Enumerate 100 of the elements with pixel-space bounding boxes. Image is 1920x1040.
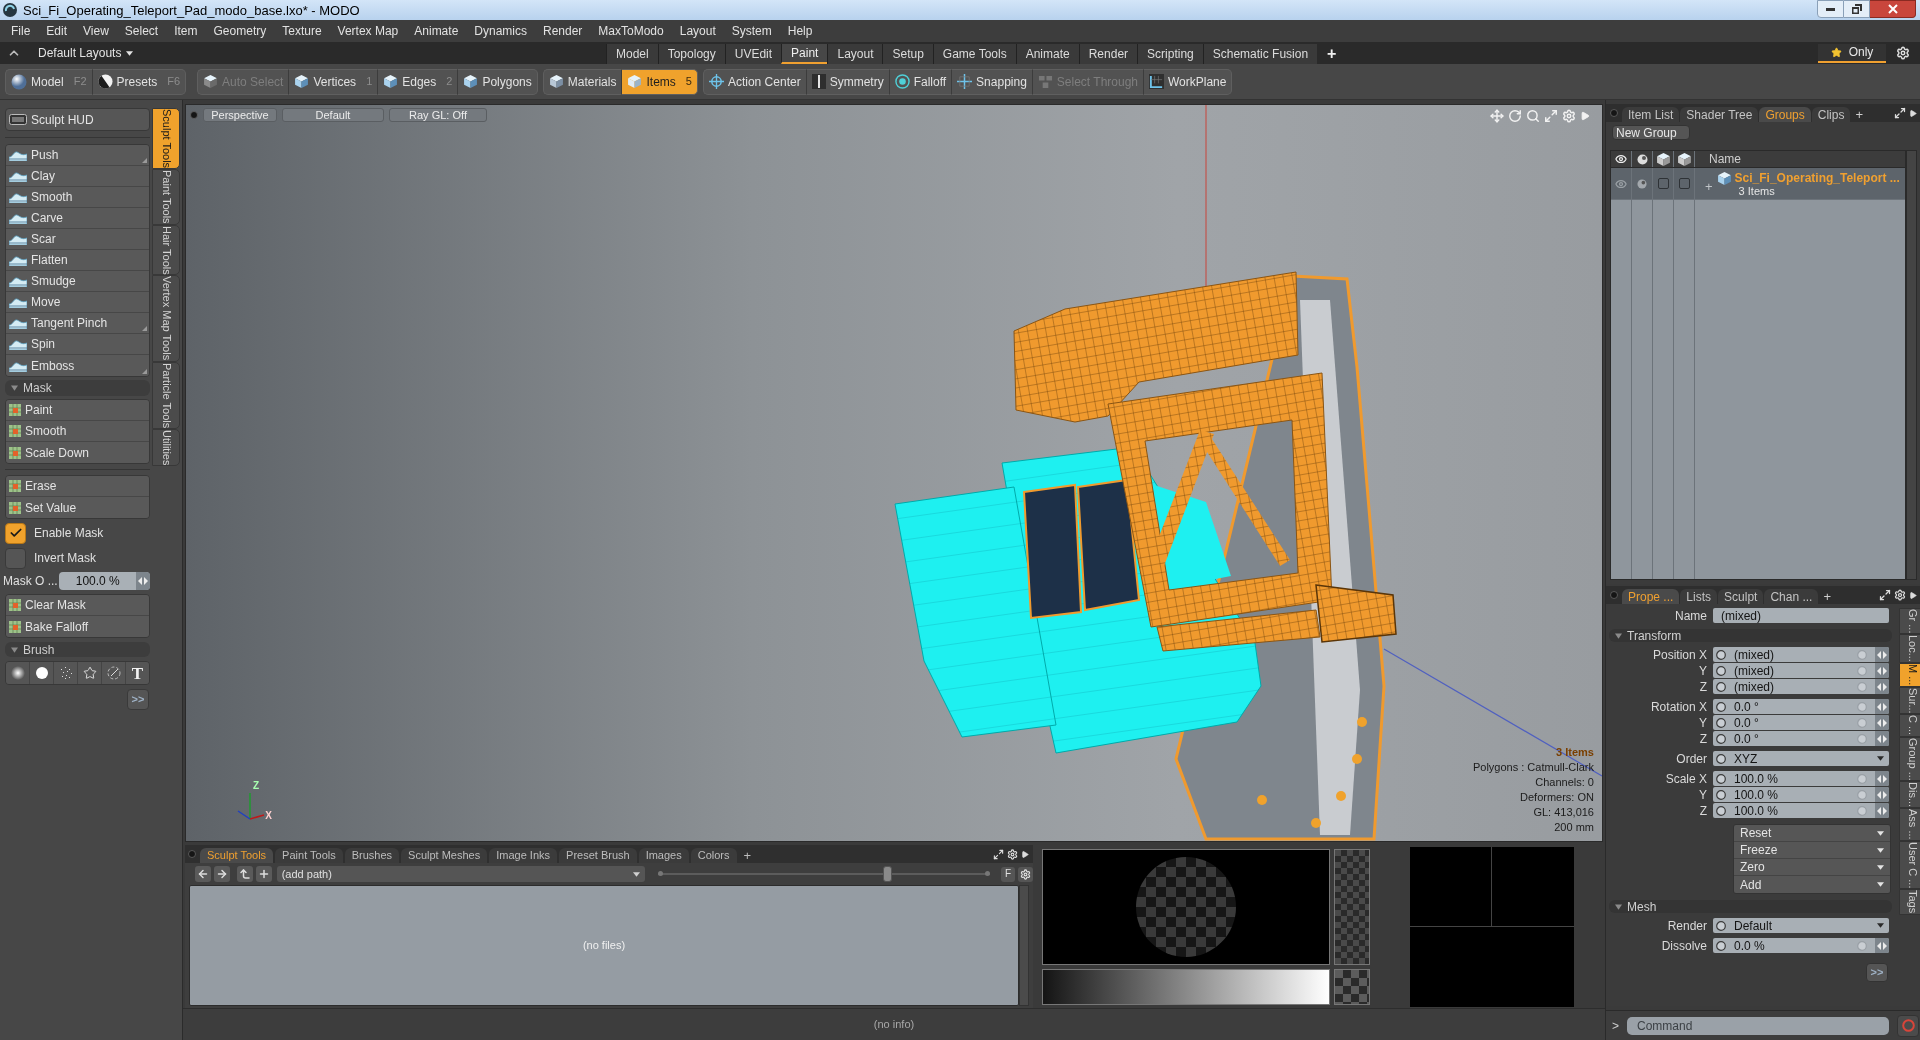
brush-shape-button[interactable] xyxy=(78,662,102,684)
browser-tab[interactable]: Colors xyxy=(690,848,737,863)
vertical-tab[interactable]: Utilities xyxy=(152,428,180,467)
menu-item[interactable]: Render xyxy=(535,25,591,37)
settings-icon[interactable] xyxy=(1896,46,1910,60)
panel-tab[interactable]: Lists xyxy=(1680,589,1718,604)
number-field[interactable]: 0.0 ° xyxy=(1713,699,1889,714)
vertical-tab[interactable]: M ... xyxy=(1899,663,1920,687)
layout-tab[interactable]: Schematic Fusion xyxy=(1202,44,1318,64)
maximize-icon[interactable] xyxy=(993,848,1004,860)
number-field[interactable]: 0.0 ° xyxy=(1713,715,1889,730)
layouts-dropdown[interactable]: Default Layouts xyxy=(38,47,134,59)
add-tab-button[interactable]: + xyxy=(738,848,757,863)
panel-tab[interactable]: Item List xyxy=(1622,107,1680,122)
close-button[interactable] xyxy=(1870,0,1916,18)
play-arrow-icon[interactable] xyxy=(1909,590,1917,600)
settings-icon[interactable] xyxy=(1007,848,1018,860)
vertical-tab[interactable]: Gr ... xyxy=(1899,608,1920,635)
section-header[interactable]: Mesh xyxy=(1609,900,1892,913)
vertical-tab[interactable]: Ass ... xyxy=(1899,808,1920,842)
size-slider[interactable] xyxy=(657,866,991,882)
settings-button[interactable] xyxy=(1018,866,1033,882)
layout-tab[interactable]: Scripting xyxy=(1137,44,1203,64)
back-button[interactable] xyxy=(195,866,211,882)
action-dropdown[interactable]: Zero xyxy=(1734,859,1890,876)
number-field[interactable]: 0.0 ° xyxy=(1713,731,1889,746)
sculpt-tool-button[interactable]: Smudge xyxy=(6,271,149,292)
action-dropdown[interactable]: Freeze xyxy=(1734,842,1890,859)
menu-item[interactable]: System xyxy=(723,25,780,37)
slider-thumb[interactable] xyxy=(883,866,893,882)
sculpt-tool-button[interactable]: Emboss xyxy=(6,355,149,376)
menu-item[interactable]: Select xyxy=(116,25,167,37)
viewport-option-button[interactable]: Ray GL: Off xyxy=(389,108,487,122)
panel-menu-dot-icon[interactable] xyxy=(190,111,198,119)
vertical-tab[interactable]: Sur... xyxy=(1899,686,1920,715)
maximize-icon[interactable] xyxy=(1879,589,1891,601)
viewport-option-button[interactable]: Default xyxy=(282,108,384,122)
forward-button[interactable] xyxy=(213,866,230,882)
checkbox[interactable] xyxy=(5,547,26,569)
browser-tab[interactable]: Image Inks xyxy=(489,848,558,863)
browser-tab[interactable]: Sculpt Tools xyxy=(200,848,274,863)
vertical-tab[interactable]: Vertex Map Tools xyxy=(152,275,180,362)
eye-icon[interactable] xyxy=(1615,153,1627,165)
vertical-tab[interactable]: Sculpt Tools xyxy=(152,108,180,170)
toolbar-button[interactable]: Symmetry xyxy=(805,68,889,95)
checkbox[interactable] xyxy=(5,522,26,544)
panel-tab[interactable]: Clips xyxy=(1811,107,1851,122)
number-field[interactable]: (mixed) xyxy=(1713,663,1889,678)
scrollbar[interactable] xyxy=(1906,150,1917,580)
sculpt-tool-button[interactable]: Push xyxy=(6,145,149,166)
scrollbar[interactable] xyxy=(1019,885,1029,1006)
number-field[interactable]: 100.0 % xyxy=(1713,787,1889,802)
menu-item[interactable]: Dynamics xyxy=(466,25,535,37)
sculpt-tool-button[interactable]: Move xyxy=(6,292,149,313)
panel-tab[interactable]: Prope ... xyxy=(1622,589,1680,604)
checkbox[interactable] xyxy=(1657,178,1669,189)
menu-item[interactable]: Layout xyxy=(671,25,724,37)
vertical-tab[interactable]: Group ... xyxy=(1899,736,1920,782)
new-group-button[interactable]: New Group xyxy=(1612,125,1690,140)
3d-viewport[interactable]: Perspective Default Ray GL: Off Z X 3 Items Polygons : Catmull-Clark Channels: 0 Deformers: ON GL: 413,016 200 mm xyxy=(185,104,1603,842)
maximize-icon[interactable] xyxy=(1894,107,1906,119)
menu-item[interactable]: MaxToModo xyxy=(590,25,672,37)
checkbox[interactable] xyxy=(1678,178,1690,189)
brush-shape-button[interactable]: T xyxy=(126,662,149,684)
number-field[interactable]: 0.0 % xyxy=(1713,938,1889,953)
viewport-option-button[interactable]: Perspective xyxy=(203,108,277,122)
panel-tab[interactable]: Shader Tree xyxy=(1680,107,1759,122)
browser-tab[interactable]: Images xyxy=(638,848,689,863)
sculpt-tool-button[interactable]: Scar xyxy=(6,229,149,250)
layout-tab[interactable]: Model xyxy=(606,44,658,64)
layout-tab[interactable]: Render xyxy=(1078,44,1138,64)
group-row[interactable]: + Sci_Fi_Operating_Teleport ... 3 Items xyxy=(1611,168,1905,200)
layout-tab[interactable]: Setup xyxy=(882,44,933,64)
settings-icon[interactable] xyxy=(1894,589,1906,601)
toolbar-button[interactable]: Edges 2 xyxy=(377,68,458,95)
menu-item[interactable]: Geometry xyxy=(205,25,275,37)
number-field[interactable]: 100.0 % xyxy=(1713,803,1889,818)
dropdown-field[interactable]: Default xyxy=(1713,918,1889,933)
dropdown-field[interactable]: XYZ xyxy=(1713,751,1889,766)
menu-item[interactable]: Texture xyxy=(274,25,330,37)
name-field[interactable]: (mixed) xyxy=(1713,608,1889,623)
layout-tab[interactable]: Animate xyxy=(1015,44,1079,64)
action-dropdown[interactable]: Add xyxy=(1734,876,1890,893)
brush-shape-button[interactable] xyxy=(6,662,30,684)
menu-item[interactable]: View xyxy=(75,25,117,37)
more-button[interactable]: >> xyxy=(127,689,149,710)
mask-action-button[interactable]: Clear Mask xyxy=(6,595,149,616)
toolbar-button[interactable]: Polygons xyxy=(457,68,538,95)
more-button[interactable]: >> xyxy=(1866,963,1888,982)
vertical-tab[interactable]: Tags xyxy=(1899,889,1920,915)
vertical-tab[interactable]: C ... xyxy=(1899,714,1920,737)
vertical-tab[interactable]: Paint Tools xyxy=(152,169,180,225)
sculpt-tool-button[interactable]: Spin xyxy=(6,334,149,355)
panel-menu-dot-icon[interactable] xyxy=(1610,591,1618,599)
sculpt-tool-button[interactable]: Smooth xyxy=(6,187,149,208)
sculpt-tool-button[interactable]: Clay xyxy=(6,166,149,187)
add-tab-button[interactable]: + xyxy=(1851,107,1868,122)
sculpt-hud-button[interactable]: Sculpt HUD xyxy=(5,108,150,131)
mask-tool-button[interactable]: Paint xyxy=(6,400,149,421)
render-sphere-icon[interactable] xyxy=(1636,153,1648,165)
